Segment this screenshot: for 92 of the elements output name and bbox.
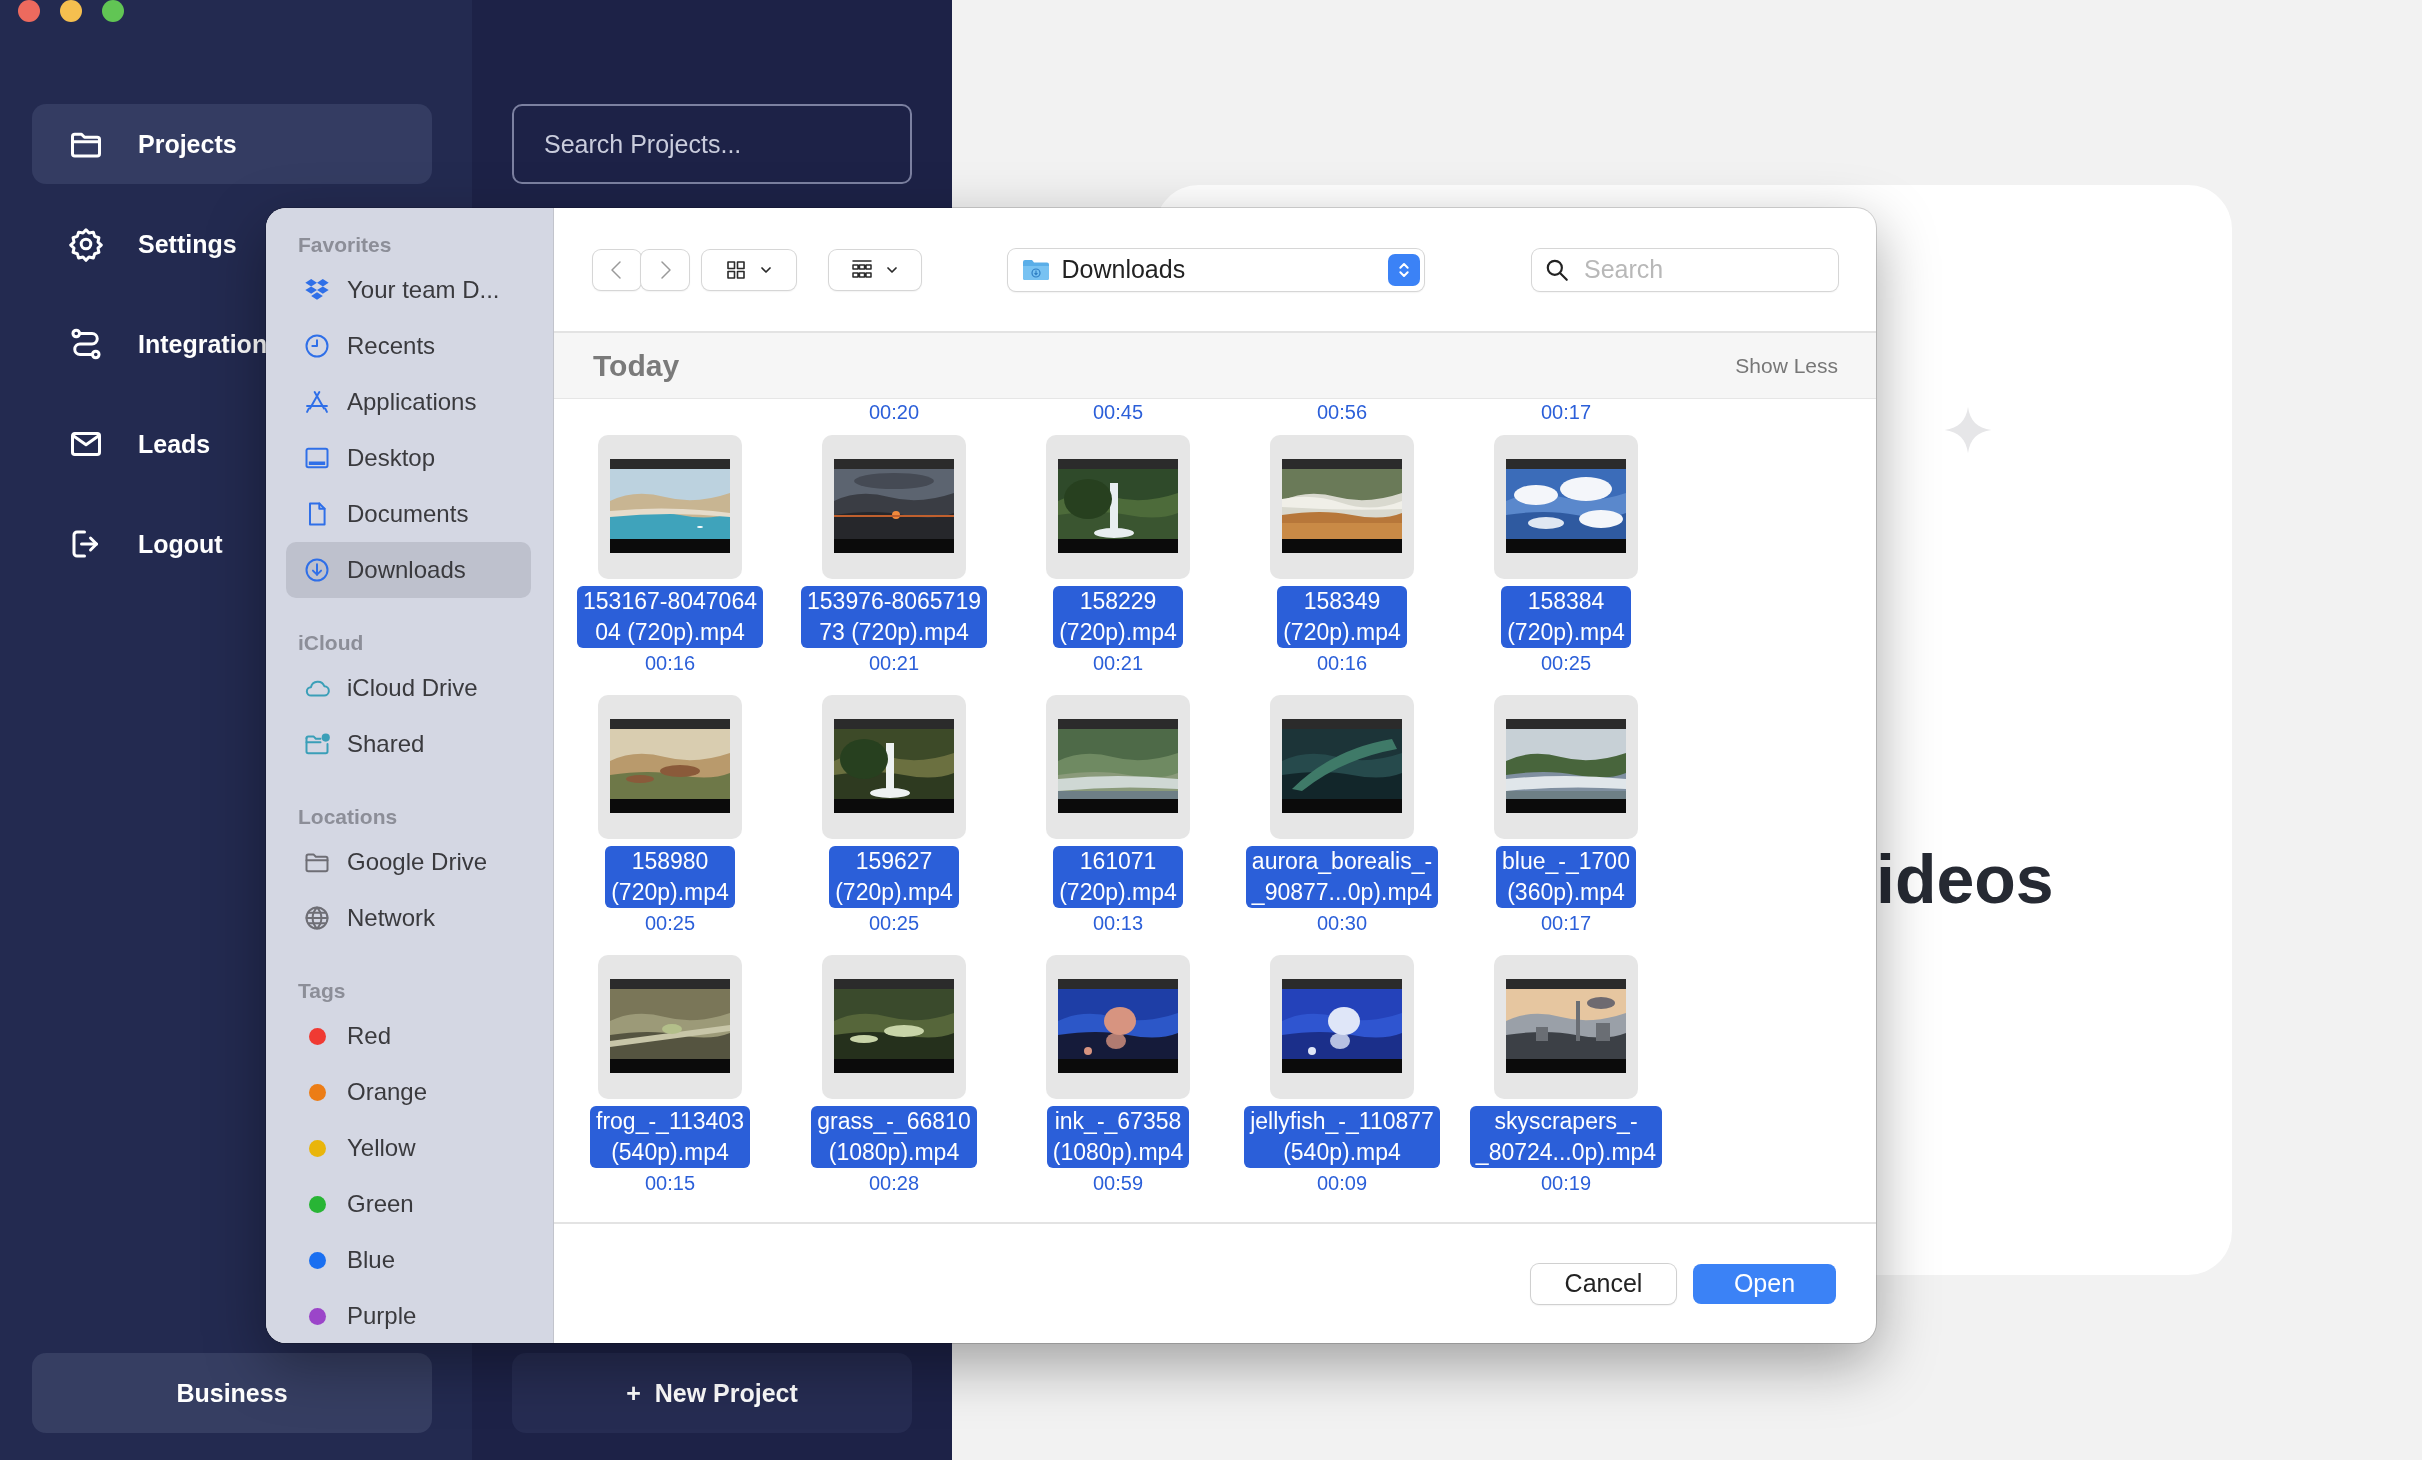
file-thumbnail[interactable] xyxy=(598,955,742,1099)
file-name[interactable]: grass_-_66810 (1080p).mp4 xyxy=(811,1106,977,1168)
sidebar-item[interactable]: Green xyxy=(286,1176,531,1232)
sidebar-item[interactable]: Yellow xyxy=(286,1120,531,1176)
sidebar-item[interactable]: Purple xyxy=(286,1288,531,1343)
card-heading: ideos xyxy=(1876,840,2055,918)
sidebar-item[interactable]: iCloud Drive xyxy=(286,660,531,716)
sidebar-item[interactable]: Downloads xyxy=(286,542,531,598)
sidebar-item[interactable]: Desktop xyxy=(286,430,531,486)
sidebar-item[interactable]: Shared xyxy=(286,716,531,772)
file-name[interactable]: 158384 (720p).mp4 xyxy=(1501,586,1631,648)
file-duration: 00:45 xyxy=(1091,400,1145,425)
file-name[interactable]: 161071 (720p).mp4 xyxy=(1053,846,1183,908)
file-duration: 00:21 xyxy=(868,651,920,676)
settings-icon xyxy=(68,226,104,262)
search-field[interactable]: Search xyxy=(1532,248,1838,291)
zoom-window-button[interactable] xyxy=(102,0,124,22)
search-field[interactable]: Search Projects... xyxy=(512,104,912,184)
group-button[interactable] xyxy=(829,249,921,290)
sidebar-item[interactable]: Recents xyxy=(286,318,531,374)
file-duration: 00:21 xyxy=(1092,651,1144,676)
file-thumbnail[interactable] xyxy=(598,695,742,839)
minimize-window-button[interactable] xyxy=(60,0,82,22)
cancel-button[interactable]: Cancel xyxy=(1531,1263,1676,1304)
sidebar-item[interactable]: Orange xyxy=(286,1064,531,1120)
clock-icon xyxy=(303,332,331,360)
sidebar-item[interactable]: Documents xyxy=(286,486,531,542)
close-window-button[interactable] xyxy=(18,0,40,22)
section-title: Today xyxy=(593,348,680,383)
file-name[interactable]: 153167-8047064 04 (720p).mp4 xyxy=(577,586,763,648)
file-thumbnail[interactable] xyxy=(598,435,742,579)
route-icon xyxy=(68,326,104,362)
file-name[interactable]: 158980 (720p).mp4 xyxy=(605,846,735,908)
file-duration: 00:56 xyxy=(1315,400,1369,425)
open-button[interactable]: Open xyxy=(1693,1263,1836,1304)
file-thumbnail[interactable] xyxy=(1494,695,1638,839)
new-project-button[interactable]: + New Project xyxy=(512,1353,912,1433)
download-icon xyxy=(303,556,331,584)
sidebar-item[interactable]: Blue xyxy=(286,1232,531,1288)
file-name[interactable]: 158349 (720p).mp4 xyxy=(1277,586,1407,648)
sidebar-item[interactable]: Google Drive xyxy=(286,834,531,890)
file-name[interactable]: jellyfish_-_110877 (540p).mp4 xyxy=(1244,1106,1440,1168)
file-duration: 00:09 xyxy=(1316,1171,1368,1196)
view-mode-button[interactable] xyxy=(702,249,796,290)
file-duration: 00:16 xyxy=(1316,651,1368,676)
show-less-link[interactable]: Show Less xyxy=(1735,353,1838,378)
file-name[interactable]: skyscrapers_- _80724...0p).mp4 xyxy=(1469,1106,1663,1168)
sidebar-section-title: Tags xyxy=(297,978,347,1004)
file-duration: 00:59 xyxy=(1092,1171,1144,1196)
nav-item[interactable]: Projects xyxy=(32,104,432,184)
file-thumbnail[interactable] xyxy=(1494,955,1638,1099)
sidebar-section-title: Favorites xyxy=(297,232,393,258)
file-name[interactable]: ink_-_67358 (1080p).mp4 xyxy=(1046,1106,1190,1168)
sidebar-item[interactable]: Applications xyxy=(286,374,531,430)
file-duration: 00:13 xyxy=(1092,911,1144,936)
file-name[interactable]: frog_-_113403 (540p).mp4 xyxy=(590,1106,750,1168)
file-thumbnail[interactable] xyxy=(1270,695,1414,839)
file-thumbnail[interactable] xyxy=(1046,695,1190,839)
file-duration: 00:28 xyxy=(868,1171,920,1196)
file-duration: 00:17 xyxy=(1540,911,1592,936)
sidebar-item[interactable]: Red xyxy=(286,1008,531,1064)
file-duration: 00:19 xyxy=(1540,1171,1592,1196)
file-thumbnail[interactable] xyxy=(822,695,966,839)
file-thumbnail[interactable] xyxy=(1494,435,1638,579)
file-thumbnail[interactable] xyxy=(1270,955,1414,1099)
file-thumbnail[interactable] xyxy=(1046,435,1190,579)
file-duration: 00:25 xyxy=(868,911,920,936)
globe-icon xyxy=(303,904,331,932)
file-name[interactable]: 153976-8065719 73 (720p).mp4 xyxy=(801,586,987,648)
sidebar-item[interactable]: Network xyxy=(286,890,531,946)
file-duration: 00:16 xyxy=(644,651,696,676)
file-name[interactable]: aurora_borealis_- _90877...0p).mp4 xyxy=(1245,846,1439,908)
sidebar-section-title: iCloud xyxy=(297,630,365,656)
file-duration: 00:15 xyxy=(644,1171,696,1196)
file-duration: 00:25 xyxy=(644,911,696,936)
file-duration: 00:17 xyxy=(1539,400,1593,425)
sidebar-section-title: Locations xyxy=(297,804,399,830)
file-thumbnail[interactable] xyxy=(1046,955,1190,1099)
file-thumbnail[interactable] xyxy=(822,435,966,579)
apps-icon xyxy=(303,388,331,416)
file-name[interactable]: 159627 (720p).mp4 xyxy=(829,846,959,908)
file-thumbnail[interactable] xyxy=(822,955,966,1099)
file-name[interactable]: blue_-_1700 (360p).mp4 xyxy=(1496,846,1636,908)
file-name[interactable]: 158229 (720p).mp4 xyxy=(1053,586,1183,648)
file-duration: 00:30 xyxy=(1316,911,1368,936)
file-duration: 00:20 xyxy=(867,400,921,425)
location-dropdown[interactable]: Downloads xyxy=(1007,248,1424,291)
downloads-folder-icon xyxy=(1021,258,1050,281)
sidebar-item[interactable]: Your team D... xyxy=(286,262,531,318)
file-duration: 00:25 xyxy=(1540,651,1592,676)
plan-button[interactable]: Business xyxy=(32,1353,432,1433)
file-thumbnail[interactable] xyxy=(1270,435,1414,579)
